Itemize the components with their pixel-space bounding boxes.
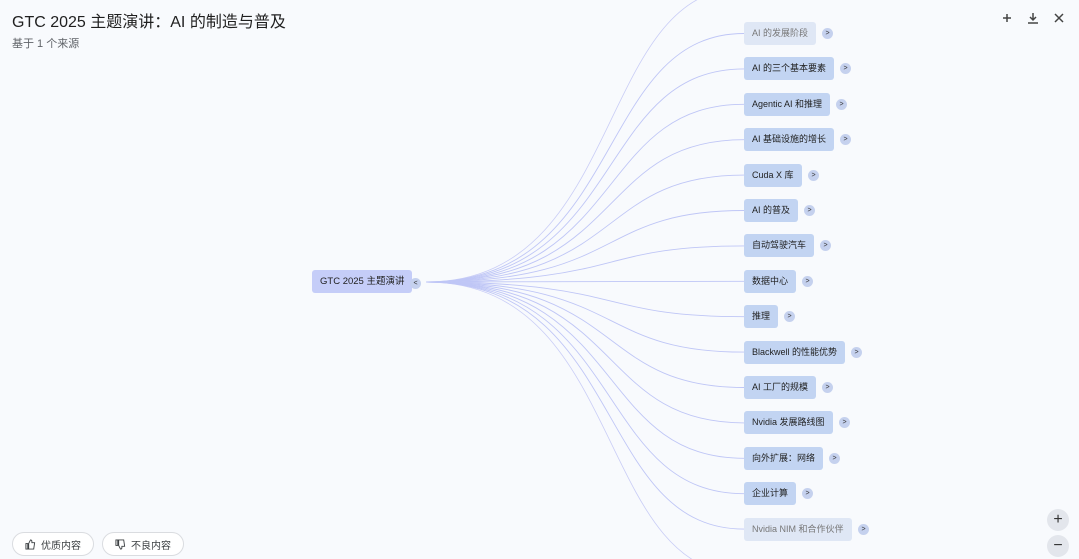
mindmap-child-node[interactable]: Cuda X 库 [744, 163, 802, 187]
mindmap-root-node[interactable]: GTC 2025 主题演讲 [312, 270, 413, 293]
mindmap-link [425, 33, 745, 283]
mindmap-child-node[interactable]: 推理 [744, 305, 779, 329]
mindmap-link [425, 210, 745, 283]
mindmap-link [425, 281, 693, 559]
zoom-in-button[interactable]: + [1047, 509, 1069, 531]
good-content-label: 优质内容 [41, 540, 81, 552]
child-expand-toggle[interactable]: > [804, 205, 815, 216]
mindmap-link [425, 281, 745, 530]
mindmap-child-node[interactable]: Nvidia NIM 和合作伙伴 [744, 517, 852, 541]
mindmap-link [425, 281, 745, 353]
bad-content-button[interactable]: 不良内容 [102, 532, 184, 556]
child-expand-toggle[interactable]: > [822, 382, 833, 393]
thumbs-down-icon [115, 538, 126, 550]
root-collapse-toggle[interactable]: < [410, 278, 421, 289]
good-content-button[interactable]: 优质内容 [12, 532, 94, 556]
child-expand-toggle[interactable]: > [836, 98, 847, 110]
mindmap-links [425, 0, 745, 559]
mindmap-link [425, 281, 745, 495]
mindmap-child-node[interactable]: AI 的发展阶段 [744, 22, 817, 45]
mindmap-child-node[interactable]: AI 工厂的规模 [744, 376, 817, 399]
child-expand-toggle[interactable]: > [802, 275, 813, 287]
child-expand-toggle[interactable]: > [822, 28, 833, 39]
mindmap-child-node[interactable]: Agentic AI 和推理 [744, 92, 831, 116]
mindmap-link [425, 68, 745, 283]
mindmap-child-node[interactable]: 向外扩展：网络 [744, 446, 824, 470]
mindmap-link [425, 281, 745, 424]
mindmap-link [425, 0, 698, 283]
mindmap-link [425, 139, 745, 283]
child-expand-toggle[interactable]: > [829, 452, 840, 464]
mindmap-child-node[interactable]: AI 基础设施的增长 [744, 128, 835, 152]
child-expand-toggle[interactable]: > [851, 346, 862, 358]
mindmap-child-node[interactable]: Nvidia 发展路线图 [744, 411, 833, 435]
zoom-out-button[interactable]: − [1047, 535, 1069, 557]
mindmap-child-node[interactable]: 数据中心 [744, 269, 797, 293]
mindmap-child-node[interactable]: AI 的普及 [744, 199, 799, 222]
child-expand-toggle[interactable]: > [808, 169, 819, 181]
child-expand-toggle[interactable]: > [858, 523, 869, 535]
thumbs-up-icon [25, 538, 36, 550]
bad-content-label: 不良内容 [131, 540, 171, 552]
mindmap-child-node[interactable]: AI 的三个基本要素 [744, 57, 835, 81]
mindmap-child-node[interactable]: 企业计算 [744, 482, 797, 506]
mindmap-child-node[interactable]: 自动驾驶汽车 [744, 234, 815, 258]
mindmap-child-node[interactable]: Blackwell 的性能优势 [744, 340, 846, 364]
